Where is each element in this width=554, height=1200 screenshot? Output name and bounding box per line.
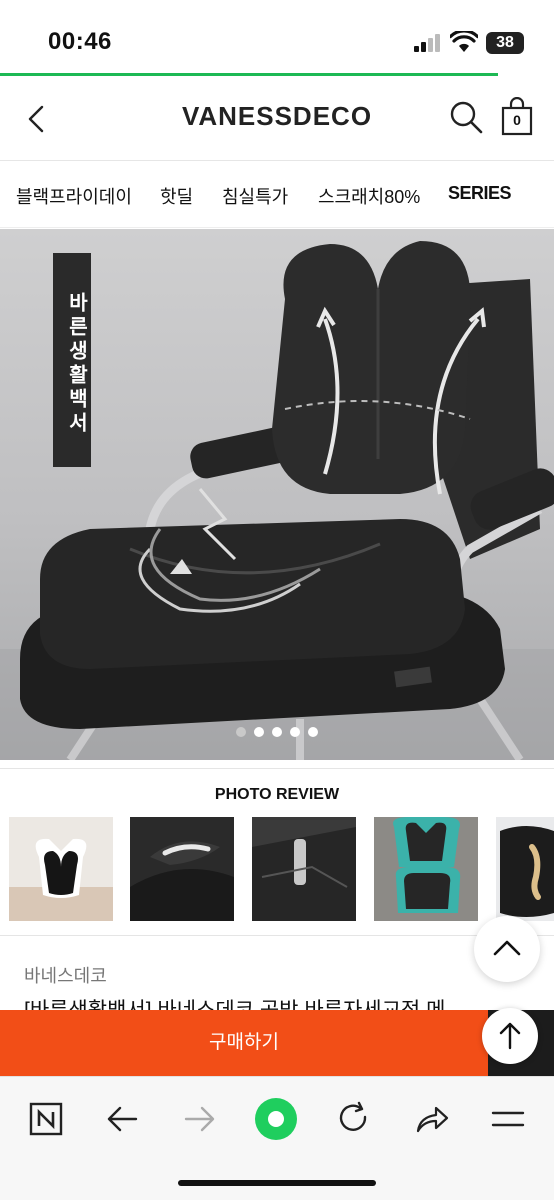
collapse-button[interactable] <box>474 916 540 982</box>
chevron-up-icon <box>493 940 521 956</box>
arrow-left-icon[interactable] <box>100 1097 144 1141</box>
carousel-dot[interactable] <box>236 727 246 737</box>
nav-item-scratch-80[interactable]: 스크래치80% <box>318 183 420 209</box>
refresh-icon[interactable] <box>332 1097 376 1141</box>
review-thumbnail[interactable] <box>496 817 554 921</box>
nav-item-black-friday[interactable]: 블랙프라이데이 <box>16 183 132 209</box>
scroll-top-button[interactable] <box>482 1008 538 1064</box>
carousel-indicators <box>0 724 554 742</box>
review-thumbnail[interactable] <box>130 817 234 921</box>
battery-icon: 38 <box>486 32 524 54</box>
status-time: 00:46 <box>48 28 112 55</box>
home-indicator <box>178 1180 376 1186</box>
review-thumbnail[interactable] <box>9 817 113 921</box>
cellular-signal-icon <box>414 34 440 52</box>
naver-n-icon[interactable] <box>24 1097 68 1141</box>
carousel-dot[interactable] <box>308 727 318 737</box>
hero-brand-banner: 바른생활백서 <box>53 253 91 467</box>
carousel-dot[interactable] <box>254 727 264 737</box>
review-thumbnail[interactable] <box>374 817 478 921</box>
review-thumbnail[interactable] <box>252 817 356 921</box>
browser-home-icon[interactable] <box>254 1097 298 1141</box>
cart-count: 0 <box>513 112 521 128</box>
wifi-icon <box>450 31 478 52</box>
page-load-progress <box>0 73 498 76</box>
carousel-dot[interactable] <box>272 727 282 737</box>
nav-item-series[interactable]: SERIES <box>448 183 512 204</box>
arrow-right-icon[interactable] <box>178 1097 222 1141</box>
share-icon[interactable] <box>410 1097 454 1141</box>
site-header: VANESSDECO 0 <box>0 77 554 161</box>
cart-button[interactable]: 0 <box>500 97 534 137</box>
search-icon[interactable] <box>448 99 484 135</box>
nav-item-hot-deal[interactable]: 핫딜 <box>160 183 193 209</box>
status-bar: 00:46 38 <box>0 0 554 74</box>
category-nav: 블랙프라이데이 핫딜 침실특가 스크래치80% SERIES <box>0 162 554 228</box>
menu-icon[interactable] <box>486 1097 530 1141</box>
product-image-carousel[interactable]: 바른생활백서 <box>0 229 554 760</box>
photo-review-title: PHOTO REVIEW <box>214 786 340 803</box>
buy-button[interactable]: 구매하기 <box>0 1010 488 1076</box>
carousel-dot[interactable] <box>290 727 300 737</box>
product-brand[interactable]: 바네스데코 <box>24 962 107 988</box>
photo-review-section: PHOTO REVIEW <box>0 768 554 936</box>
nav-item-bedroom-sale[interactable]: 침실특가 <box>222 183 288 209</box>
arrow-up-icon <box>499 1022 521 1050</box>
